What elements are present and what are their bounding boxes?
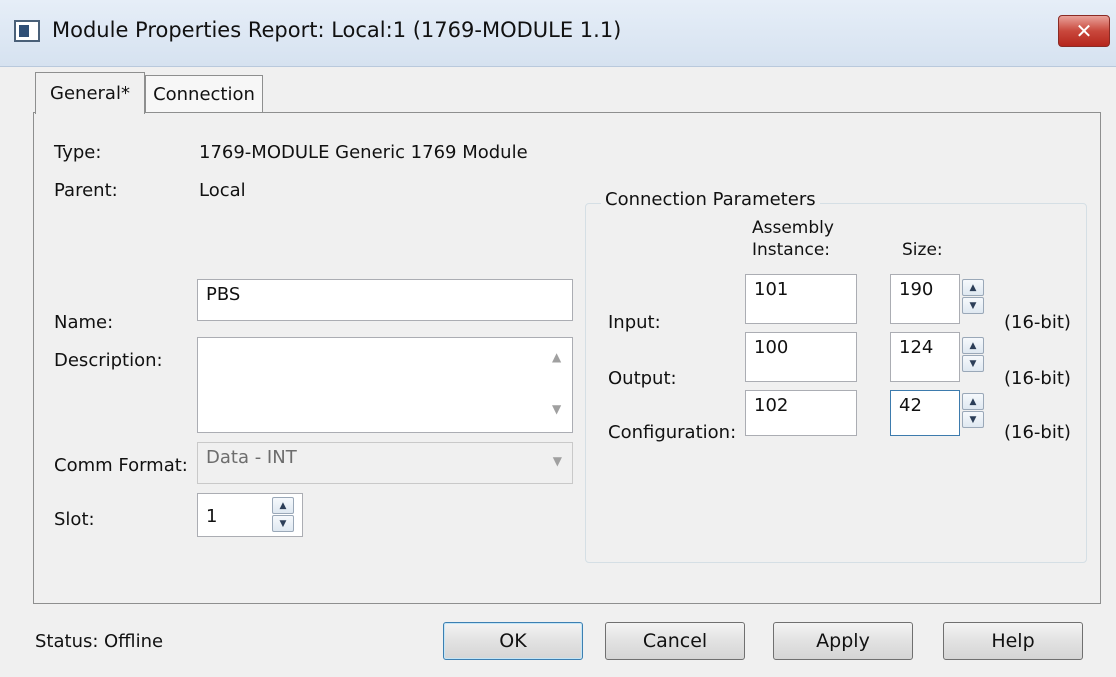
input-instance-value: 101: [754, 279, 789, 300]
status-value: Offline: [104, 631, 164, 652]
size-header: Size:: [902, 240, 943, 260]
slot-stepper[interactable]: 1 ▲ ▼: [197, 493, 303, 537]
spin-down-icon[interactable]: ▼: [962, 355, 984, 372]
configuration-label: Configuration:: [608, 422, 737, 443]
spin-down-icon[interactable]: ▼: [962, 297, 984, 314]
slot-label: Slot:: [54, 509, 95, 530]
spin-up-icon[interactable]: ▲: [962, 337, 984, 354]
input-unit: (16-bit): [1004, 312, 1071, 333]
assembly-header-line1: Assembly: [752, 218, 834, 238]
type-value: 1769-MODULE Generic 1769 Module: [199, 142, 528, 163]
close-icon: ✕: [1075, 19, 1093, 43]
status-label: Status:: [35, 631, 99, 652]
name-field[interactable]: PBS: [197, 279, 573, 321]
ok-button-label: OK: [499, 630, 527, 652]
connection-parameters-title: Connection Parameters: [601, 189, 820, 210]
output-size-value: 124: [899, 337, 934, 358]
comm-format-select[interactable]: Data - INT ▼: [197, 442, 573, 484]
configuration-size-value: 42: [899, 395, 922, 416]
slot-spinner[interactable]: ▲ ▼: [272, 497, 294, 533]
output-unit: (16-bit): [1004, 368, 1071, 389]
description-label: Description:: [54, 350, 163, 371]
help-button[interactable]: Help: [943, 622, 1083, 660]
comm-format-value: Data - INT: [206, 447, 297, 468]
tab-general-label: General*: [50, 83, 130, 104]
output-size-field[interactable]: 124: [890, 332, 960, 382]
configuration-unit: (16-bit): [1004, 422, 1071, 443]
help-button-label: Help: [991, 630, 1035, 652]
description-scrollbar[interactable]: ▲ ▼: [542, 338, 572, 432]
ok-button[interactable]: OK: [443, 622, 583, 660]
title-bar: Module Properties Report: Local:1 (1769-…: [0, 0, 1116, 67]
parent-value: Local: [199, 180, 246, 201]
name-field-value: PBS: [206, 284, 241, 305]
spin-up-icon[interactable]: ▲: [272, 497, 294, 514]
output-size-spinner[interactable]: ▲ ▼: [962, 337, 984, 373]
output-instance-value: 100: [754, 337, 789, 358]
spin-down-icon[interactable]: ▼: [962, 411, 984, 428]
configuration-size-field[interactable]: 42: [890, 390, 960, 436]
apply-button[interactable]: Apply: [773, 622, 913, 660]
window-title: Module Properties Report: Local:1 (1769-…: [52, 18, 622, 42]
input-size-field[interactable]: 190: [890, 274, 960, 324]
type-label: Type:: [54, 142, 102, 163]
output-instance-field[interactable]: 100: [745, 332, 857, 382]
module-properties-dialog: Module Properties Report: Local:1 (1769-…: [0, 0, 1116, 677]
dropdown-arrow-icon: ▼: [552, 454, 562, 468]
input-size-spinner[interactable]: ▲ ▼: [962, 279, 984, 315]
scroll-down-icon[interactable]: ▼: [552, 402, 561, 416]
output-label: Output:: [608, 368, 677, 389]
configuration-instance-field[interactable]: 102: [745, 390, 857, 436]
slot-value: 1: [206, 506, 218, 527]
comm-format-label: Comm Format:: [54, 455, 188, 476]
tab-general[interactable]: General*: [35, 72, 145, 114]
name-label: Name:: [54, 312, 114, 333]
spin-down-icon[interactable]: ▼: [272, 515, 294, 532]
cancel-button-label: Cancel: [642, 630, 708, 652]
tab-connection-label: Connection: [153, 84, 255, 105]
spin-up-icon[interactable]: ▲: [962, 279, 984, 296]
configuration-instance-value: 102: [754, 395, 789, 416]
spin-up-icon[interactable]: ▲: [962, 393, 984, 410]
input-size-value: 190: [899, 279, 934, 300]
app-window-icon: [14, 20, 40, 42]
description-field[interactable]: ▲ ▼: [197, 337, 573, 433]
parent-label: Parent:: [54, 180, 118, 201]
assembly-header-line2: Instance:: [752, 240, 831, 260]
input-instance-field[interactable]: 101: [745, 274, 857, 324]
close-button[interactable]: ✕: [1058, 15, 1110, 47]
configuration-size-spinner[interactable]: ▲ ▼: [962, 393, 984, 429]
tab-connection[interactable]: Connection: [145, 75, 263, 113]
scroll-up-icon[interactable]: ▲: [552, 350, 561, 364]
apply-button-label: Apply: [816, 630, 870, 652]
input-label: Input:: [608, 312, 661, 333]
cancel-button[interactable]: Cancel: [605, 622, 745, 660]
